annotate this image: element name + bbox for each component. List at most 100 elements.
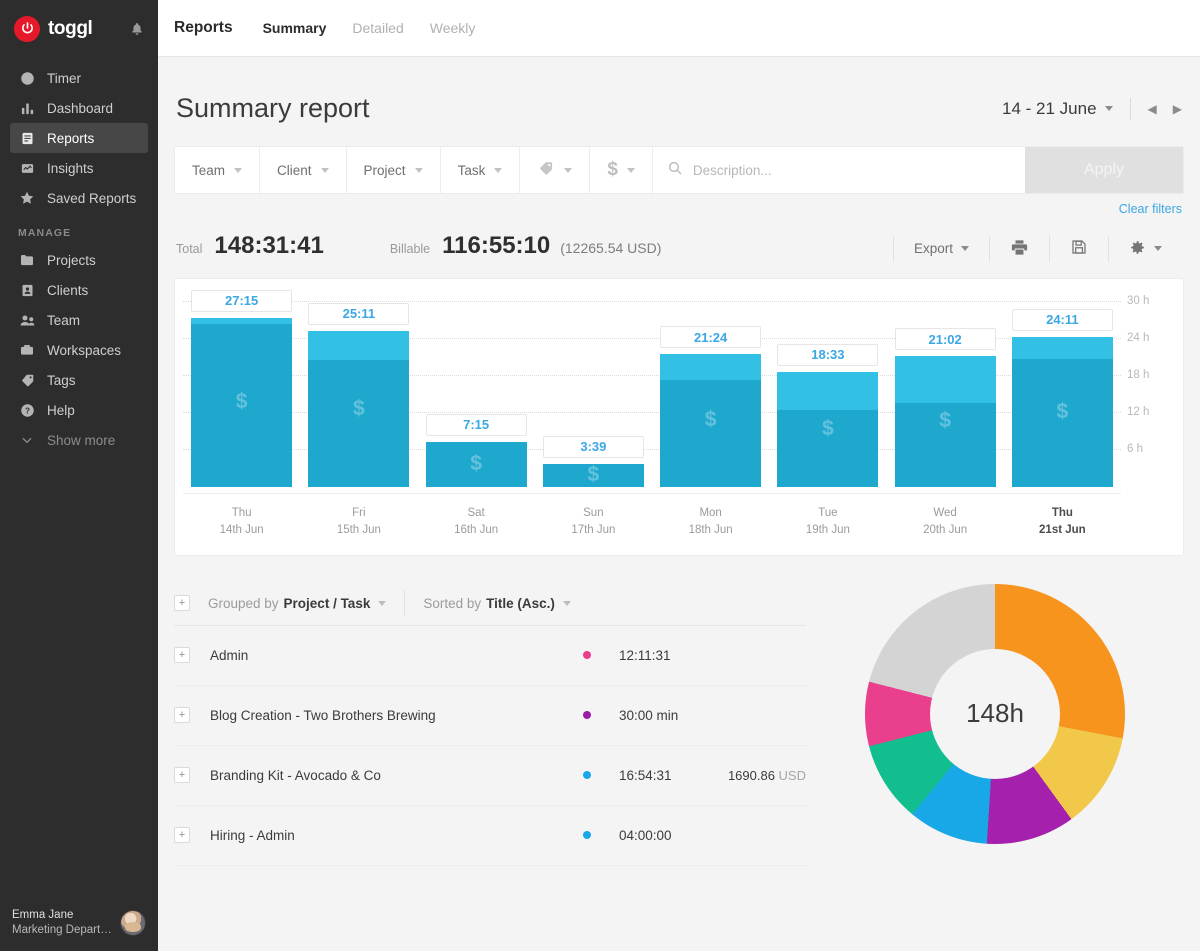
- bar[interactable]: $: [191, 317, 293, 487]
- billable-dollar-icon: $: [939, 409, 951, 433]
- prev-period-button[interactable]: ◀: [1148, 102, 1157, 116]
- apply-button[interactable]: Apply: [1025, 147, 1183, 193]
- filter-billable[interactable]: $: [590, 147, 653, 193]
- bar-chart-icon: [18, 99, 36, 117]
- chevron-down-icon: [562, 600, 571, 606]
- expand-row-button[interactable]: +: [174, 767, 190, 783]
- bar-column[interactable]: $21:02: [887, 289, 1004, 487]
- y-axis-tick: 24 h: [1127, 332, 1150, 344]
- print-button[interactable]: [989, 235, 1049, 262]
- row-duration: 16:54:31: [619, 767, 672, 783]
- sidebar-item-insights[interactable]: Insights: [10, 153, 148, 183]
- sidebar-item-label: Help: [47, 402, 75, 418]
- bar-column[interactable]: $27:15: [183, 289, 300, 487]
- donut-center-label: 148h: [930, 648, 1060, 779]
- table-row[interactable]: + Hiring - Admin 04:00:00: [174, 806, 806, 866]
- bar[interactable]: $: [308, 330, 410, 487]
- search-input[interactable]: [692, 162, 1011, 178]
- donut-chart: 148h: [865, 583, 1125, 844]
- save-report-button[interactable]: [1049, 235, 1108, 262]
- row-duration: 30:00 min: [619, 707, 679, 723]
- expand-row-button[interactable]: +: [174, 647, 190, 663]
- sidebar-item-team[interactable]: Team: [10, 305, 148, 335]
- sidebar-item-timer[interactable]: Timer: [10, 63, 148, 93]
- grouped-by-control[interactable]: Grouped by Project / Task: [190, 596, 404, 611]
- expand-all-button[interactable]: +: [174, 595, 190, 611]
- chevron-down-icon: [494, 167, 503, 173]
- chevron-down-icon: [961, 246, 969, 251]
- bar-column[interactable]: $25:11: [300, 289, 417, 487]
- x-tick-dow: Fri: [352, 506, 366, 519]
- filter-label: Client: [277, 162, 312, 178]
- bar[interactable]: $: [542, 463, 644, 487]
- bar-nonbillable-segment: [777, 371, 879, 410]
- filter-client[interactable]: Client: [260, 147, 347, 193]
- sidebar-item-projects[interactable]: Projects: [10, 245, 148, 275]
- svg-text:?: ?: [25, 406, 30, 415]
- clear-filters-link[interactable]: Clear filters: [1119, 202, 1182, 216]
- tab-weekly[interactable]: Weekly: [430, 20, 476, 36]
- folder-icon: [18, 251, 36, 269]
- sidebar-item-show-more[interactable]: Show more: [10, 425, 148, 455]
- table-row[interactable]: + Blog Creation - Two Brothers Brewing 30:…: [174, 686, 806, 746]
- chevron-down-icon[interactable]: [1104, 106, 1113, 111]
- sidebar-item-label: Timer: [47, 70, 81, 86]
- sidebar-item-label: Tags: [47, 372, 76, 388]
- bar[interactable]: $: [777, 371, 879, 487]
- bar[interactable]: $: [660, 354, 762, 487]
- filter-tags[interactable]: [520, 147, 591, 193]
- filter-team[interactable]: Team: [175, 147, 261, 193]
- bar[interactable]: $: [425, 441, 527, 487]
- sidebar-item-help[interactable]: ? Help: [10, 395, 148, 425]
- sidebar-item-saved-reports[interactable]: Saved Reports: [10, 183, 148, 213]
- bar-column[interactable]: $7:15: [418, 289, 535, 487]
- export-button[interactable]: Export: [892, 235, 989, 262]
- chart-bars: $27:15 $25:11 $7:15 $3:39 $21:24 $18:33 $21:02…: [183, 289, 1121, 487]
- filter-label: Project: [363, 162, 406, 178]
- x-axis-tick: Thu 21st Jun: [1004, 505, 1121, 545]
- billable-label: Billable: [389, 242, 431, 256]
- filter-project[interactable]: Project: [347, 147, 441, 193]
- tab-summary[interactable]: Summary: [263, 20, 327, 36]
- printer-icon: [1010, 238, 1029, 260]
- user-profile[interactable]: Emma Jane Marketing Depart…: [0, 895, 158, 951]
- sidebar-item-dashboard[interactable]: Dashboard: [10, 93, 148, 123]
- table-row[interactable]: + Admin 12:11:31: [174, 626, 806, 686]
- x-tick-dow: Tue: [818, 506, 838, 519]
- y-axis-tick: 30 h: [1127, 294, 1150, 307]
- sorted-by-control[interactable]: Sorted by Title (Asc.): [405, 596, 589, 611]
- bar-column[interactable]: $21:24: [652, 289, 769, 487]
- billable-dollar-icon: $: [235, 390, 248, 414]
- settings-button[interactable]: [1108, 235, 1182, 262]
- bell-icon[interactable]: [130, 21, 144, 37]
- date-range-label[interactable]: 14 - 21 June: [1002, 99, 1097, 119]
- bar-column[interactable]: $24:11: [1004, 289, 1121, 487]
- row-title: Admin: [210, 647, 249, 663]
- bar-column[interactable]: $3:39: [535, 289, 652, 487]
- brand-name: toggl: [48, 17, 93, 39]
- next-period-button[interactable]: ▶: [1173, 102, 1182, 116]
- filter-task[interactable]: Task: [441, 147, 521, 193]
- bar[interactable]: $: [894, 356, 996, 487]
- sidebar-item-reports[interactable]: Reports: [10, 123, 148, 153]
- bar-value-label: 21:24: [660, 326, 762, 349]
- bar-value-label: 3:39: [542, 435, 644, 458]
- expand-row-button[interactable]: +: [174, 707, 190, 723]
- sidebar-item-workspaces[interactable]: Workspaces: [10, 335, 148, 365]
- row-duration: 12:11:31: [619, 647, 671, 663]
- sidebar-item-clients[interactable]: Clients: [10, 275, 148, 305]
- sorted-by-prefix: Sorted by: [423, 595, 482, 611]
- bar-column[interactable]: $18:33: [769, 289, 886, 487]
- toggl-logo-icon: [14, 15, 40, 42]
- chevron-down-icon: [18, 431, 36, 449]
- table-row[interactable]: + Branding Kit - Avocado & Co 16:54:31 1690…: [174, 746, 806, 806]
- chevron-down-icon: [626, 167, 635, 173]
- row-title: Blog Creation - Two Brothers Brewing: [210, 707, 436, 723]
- x-axis-tick: Sat 16th Jun: [418, 505, 535, 545]
- bar[interactable]: $: [1011, 336, 1113, 487]
- tab-detailed[interactable]: Detailed: [352, 20, 403, 36]
- sidebar-item-tags[interactable]: Tags: [10, 365, 148, 395]
- expand-row-button[interactable]: +: [174, 827, 190, 843]
- search-icon: [667, 160, 683, 181]
- avatar[interactable]: [120, 910, 146, 936]
